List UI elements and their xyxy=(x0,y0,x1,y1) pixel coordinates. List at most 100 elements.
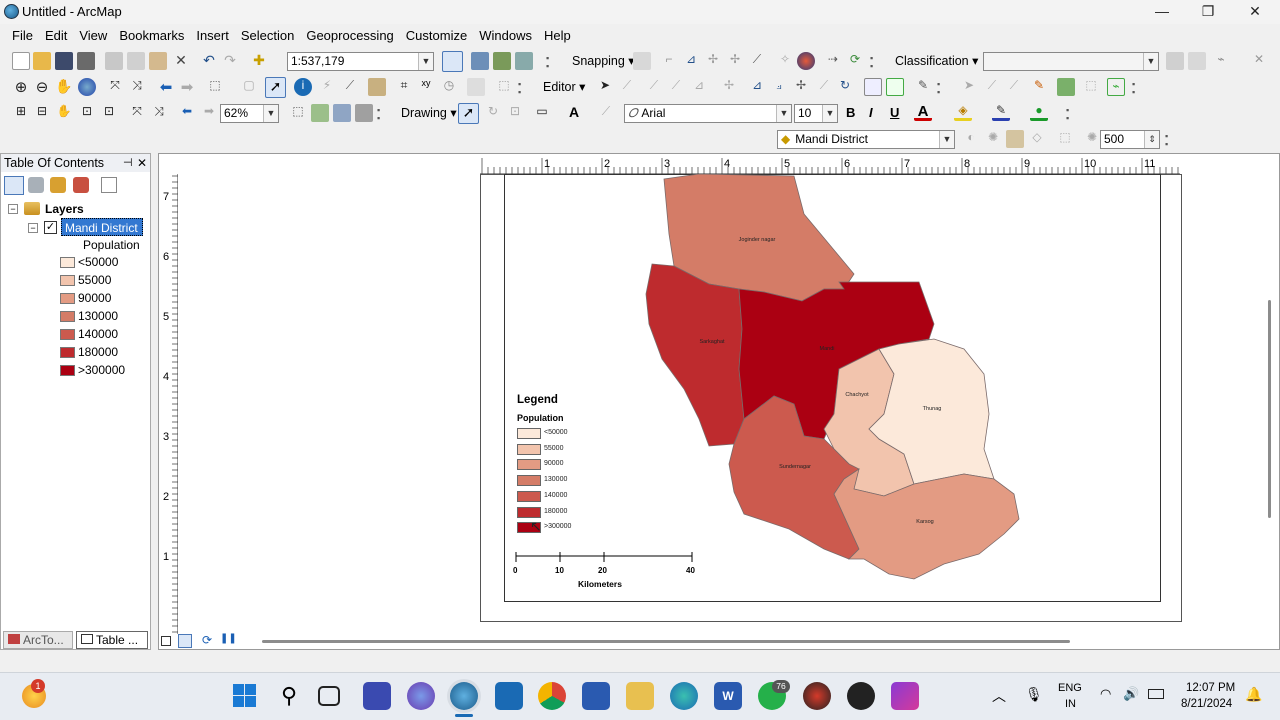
refresh-view-icon[interactable]: ⟳ xyxy=(202,633,212,647)
cut-polygons-icon[interactable]: ✢ xyxy=(792,78,810,96)
menu-windows[interactable]: Windows xyxy=(479,26,532,46)
menu-selection[interactable]: Selection xyxy=(241,26,294,46)
search-window-icon[interactable] xyxy=(515,52,533,70)
change-layout-icon[interactable] xyxy=(333,104,351,122)
straight-segment-icon[interactable]: ⟋ xyxy=(645,78,663,96)
menu-view[interactable]: View xyxy=(79,26,107,46)
layer-visibility-checkbox[interactable]: ✓ xyxy=(44,221,57,234)
split-icon[interactable]: ⟋ xyxy=(815,78,833,96)
table-of-contents-icon[interactable] xyxy=(471,52,489,70)
network-icon[interactable]: ⬚ xyxy=(1082,78,1100,96)
file-explorer-icon[interactable] xyxy=(626,682,654,710)
layout-zoom-out-icon[interactable]: ⊟ xyxy=(33,104,51,122)
italic-button[interactable]: I xyxy=(869,104,873,122)
list-by-visibility-icon[interactable] xyxy=(50,177,66,193)
previous-extent-icon[interactable]: ⬅ xyxy=(178,104,196,122)
refresh-layer-icon[interactable]: ⟳ xyxy=(846,52,864,70)
layout-view-icon[interactable] xyxy=(467,78,485,96)
toggle-draft-icon[interactable]: ⬚ xyxy=(289,104,307,122)
app-icon-2[interactable] xyxy=(803,682,831,710)
menu-edit[interactable]: Edit xyxy=(45,26,67,46)
toolbar-grip[interactable]: ▪ ▪ xyxy=(1165,132,1173,150)
swipe-icon[interactable]: ◇ xyxy=(1028,130,1046,148)
chrome-icon[interactable] xyxy=(538,682,566,710)
layer-name-mandi-district[interactable]: Mandi District xyxy=(61,218,143,236)
app-icon-1[interactable] xyxy=(363,682,391,710)
snap-point-icon[interactable] xyxy=(633,52,651,70)
district-sarkaghat[interactable] xyxy=(645,263,745,447)
snap-edge-icon[interactable]: ✢ xyxy=(704,52,722,70)
zoom-out-icon[interactable]: ⊖ xyxy=(33,78,51,96)
clear-selection-icon[interactable]: ▢ xyxy=(240,78,258,96)
close-toolbar-icon[interactable]: ✕ xyxy=(1250,52,1268,70)
rectangle-icon[interactable]: ▭ xyxy=(533,104,551,122)
sketch-properties-icon[interactable] xyxy=(886,78,904,96)
snapping-menu[interactable]: Snapping ▾ xyxy=(572,52,635,70)
language-label[interactable]: ENG xyxy=(1058,682,1082,694)
clipchamp-icon[interactable] xyxy=(891,682,919,710)
font-name-combo[interactable]: 𝑂 Arial ▼ xyxy=(624,104,792,123)
contrast-icon[interactable]: ◐ xyxy=(962,130,980,148)
effects-icon[interactable]: ✺ xyxy=(1083,130,1101,148)
copilot-icon[interactable] xyxy=(407,682,435,710)
chart-icon[interactable]: ⌁ xyxy=(1107,78,1125,96)
rotate-element-icon[interactable]: ↻ xyxy=(484,104,502,122)
toolbar-grip[interactable]: ▪ ▪ xyxy=(870,54,878,72)
measure-icon[interactable]: ⟋ xyxy=(341,78,359,96)
create-features-icon[interactable]: ✎ xyxy=(914,78,932,96)
identify-icon[interactable]: i xyxy=(294,78,312,96)
toc-class-swatch[interactable] xyxy=(60,329,75,340)
close-button[interactable]: ✕ xyxy=(1245,3,1265,20)
rotate-icon[interactable]: ↻ xyxy=(836,78,854,96)
zoom-percent-combo[interactable]: 62% ▼ xyxy=(220,104,279,123)
layout-view-button[interactable] xyxy=(178,634,192,648)
fixed-zoom-in-icon[interactable]: ⤧ xyxy=(106,78,124,96)
arcmap-taskbar-icon[interactable] xyxy=(450,682,478,710)
toc-class-swatch[interactable] xyxy=(60,257,75,268)
pin-icon[interactable]: ⊣ xyxy=(123,154,133,172)
pause-drawing-icon[interactable]: ❚❚ xyxy=(220,633,237,644)
toc-class-swatch[interactable] xyxy=(60,311,75,322)
battery-icon[interactable] xyxy=(1148,689,1164,699)
bold-button[interactable]: B xyxy=(846,104,855,122)
catalog-icon[interactable] xyxy=(493,52,511,70)
create-viewer-icon[interactable]: ⬚ xyxy=(495,78,513,96)
save-icon[interactable] xyxy=(55,52,73,70)
print-icon[interactable] xyxy=(77,52,95,70)
zoom-whole-page-icon[interactable]: ⊡ xyxy=(78,104,96,122)
endpoint-arc-icon[interactable]: ⟋ xyxy=(667,78,685,96)
toc-class-swatch[interactable] xyxy=(60,347,75,358)
media-player-icon[interactable] xyxy=(847,682,875,710)
class-break-icon[interactable] xyxy=(1188,52,1206,70)
toc-class-swatch[interactable] xyxy=(60,365,75,376)
edit-annotation-icon[interactable]: ⟋ xyxy=(618,78,636,96)
fixed-layout-zoom-out-icon[interactable]: ⤨ xyxy=(150,104,168,122)
paste-icon[interactable] xyxy=(149,52,167,70)
zoom-in-icon[interactable]: ⊕ xyxy=(12,78,30,96)
task-view-icon[interactable] xyxy=(318,686,340,706)
select-elements-icon[interactable]: ➚ xyxy=(265,77,286,98)
reshape-icon[interactable]: ⟓ xyxy=(770,78,788,96)
layout-pan-icon[interactable]: ✋ xyxy=(55,104,73,122)
menu-customize[interactable]: Customize xyxy=(406,26,467,46)
store-icon[interactable] xyxy=(582,682,610,710)
toolbar-grip[interactable]: ▪ ▪ xyxy=(518,80,526,98)
new-document-icon[interactable] xyxy=(12,52,30,70)
fill-color-icon[interactable]: ◈ xyxy=(954,103,972,121)
forward-extent-icon[interactable]: ➡ xyxy=(178,78,196,96)
open-folder-icon[interactable] xyxy=(33,52,51,70)
data-view-button[interactable] xyxy=(161,636,171,646)
mail-icon[interactable] xyxy=(495,682,523,710)
flicker-icon[interactable]: ⬚ xyxy=(1056,130,1074,148)
snap-midpoint-icon[interactable]: ⟋ xyxy=(748,52,766,70)
show-hidden-icons[interactable]: ︿ xyxy=(992,686,1006,706)
fixed-zoom-out-icon[interactable]: ⤨ xyxy=(128,78,146,96)
point-icon[interactable]: ✢ xyxy=(720,78,738,96)
edit-tool-icon[interactable]: ➤ xyxy=(596,78,614,96)
layer-select-combo[interactable]: ◆ Mandi District ▼ xyxy=(777,130,955,149)
list-by-source-icon[interactable] xyxy=(28,177,44,193)
find-icon[interactable]: ⌗ xyxy=(395,78,413,96)
font-size-combo[interactable]: 10 ▼ xyxy=(794,104,838,123)
globe-icon[interactable] xyxy=(797,52,815,70)
new-text-icon[interactable]: ⟋ xyxy=(597,104,615,122)
